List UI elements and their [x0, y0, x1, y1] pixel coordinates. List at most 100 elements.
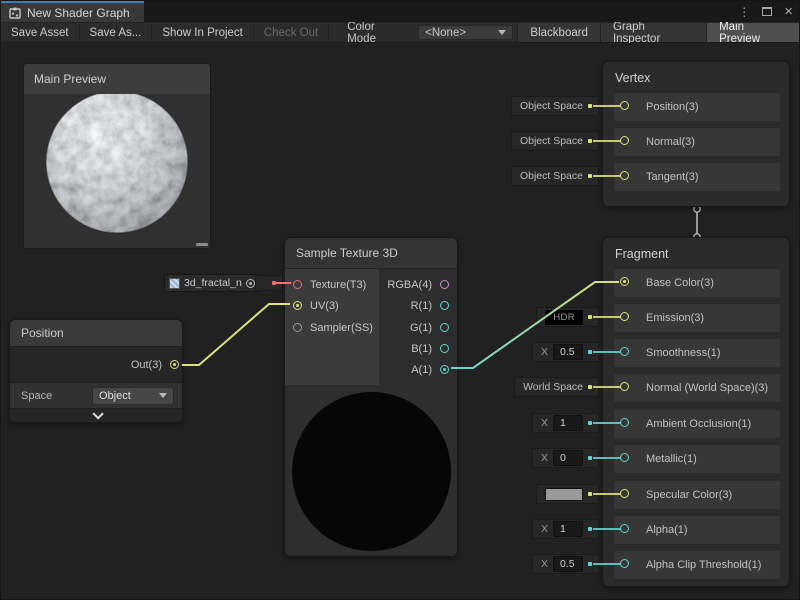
emission-row[interactable]: Emission(3)	[614, 304, 780, 332]
hdr-color-field[interactable]: HDR	[545, 310, 583, 325]
specular-color-row[interactable]: Specular Color(3)	[614, 481, 780, 509]
teal-connector-dot	[588, 456, 592, 460]
vertex-normal-row[interactable]: Normal(3)	[614, 128, 780, 156]
panel-resize-grip[interactable]	[196, 243, 208, 246]
show-in-project-button[interactable]: Show In Project	[152, 23, 254, 42]
axis-label: X	[541, 417, 548, 429]
black-sphere-preview	[292, 392, 451, 551]
toolbar: Save Asset Save As... Show In Project Ch…	[1, 22, 799, 43]
color-mode-dropdown[interactable]: <None>	[418, 25, 513, 40]
texture-input-port[interactable]	[293, 280, 302, 289]
vertex-node-title: Vertex	[603, 62, 789, 85]
sample-texture-3d-header[interactable]: Sample Texture 3D	[285, 238, 457, 269]
position-collapse-button[interactable]	[10, 408, 182, 422]
base-color-port[interactable]	[620, 277, 629, 286]
alpha-value-chip[interactable]: X 1	[532, 519, 599, 539]
alpha-row[interactable]: Alpha(1)	[614, 516, 780, 544]
graph-canvas[interactable]: Main Preview	[1, 43, 800, 600]
yellow-connector-dot	[588, 492, 592, 496]
vertex-node[interactable]: Vertex Position(3) Normal(3) Tangent(3)	[602, 61, 790, 207]
rgba-output-port[interactable]	[440, 280, 449, 289]
smoothness-port[interactable]	[620, 347, 629, 356]
space-label: Space	[21, 390, 92, 402]
r-output-port[interactable]	[440, 301, 449, 310]
vertex-tangent-port[interactable]	[620, 171, 629, 180]
edge-position-to-uv[interactable]	[182, 304, 290, 365]
specular-color-label: Specular Color(3)	[646, 489, 732, 501]
main-preview-header[interactable]: Main Preview	[24, 64, 210, 94]
specular-color-chip[interactable]	[536, 484, 599, 504]
ambient-occlusion-port[interactable]	[620, 418, 629, 427]
normal-ws-row[interactable]: Normal (World Space)(3)	[614, 374, 780, 402]
ambient-occlusion-value-field[interactable]: 1	[553, 415, 583, 431]
main-preview-panel: Main Preview	[23, 63, 211, 249]
vertex-tangent-row[interactable]: Tangent(3)	[614, 163, 780, 191]
color-mode-label: Color Mode	[329, 23, 414, 42]
vertex-position-space-chip[interactable]: Object Space	[511, 96, 599, 116]
alpha-clip-row[interactable]: Alpha Clip Threshold(1)	[614, 551, 780, 579]
metallic-value-chip[interactable]: X 0	[532, 448, 599, 468]
tab-bar: New Shader Graph ⋮ ×	[1, 1, 799, 22]
save-asset-button[interactable]: Save Asset	[1, 23, 80, 42]
metallic-row[interactable]: Metallic(1)	[614, 445, 780, 473]
chip-text: World Space	[523, 381, 583, 393]
texture-asset-name: 3d_fractal_n	[184, 277, 242, 289]
object-picker-icon[interactable]	[246, 279, 255, 288]
tab-new-shader-graph[interactable]: New Shader Graph	[1, 1, 144, 22]
specular-color-port[interactable]	[620, 489, 629, 498]
metallic-port[interactable]	[620, 453, 629, 462]
ambient-occlusion-value-chip[interactable]: X 1	[532, 413, 599, 433]
alpha-clip-value-chip[interactable]: X 0.5	[532, 554, 599, 574]
maximize-icon[interactable]	[762, 7, 772, 16]
base-color-row[interactable]: Base Color(3)	[614, 269, 780, 297]
alpha-clip-value-field[interactable]: 0.5	[553, 556, 583, 572]
check-out-button[interactable]: Check Out	[254, 23, 329, 42]
smoothness-value-field[interactable]: 0.5	[553, 344, 583, 360]
ambient-occlusion-row[interactable]: Ambient Occlusion(1)	[614, 410, 780, 438]
vertex-normal-space-chip[interactable]: Object Space	[511, 131, 599, 151]
vertex-position-row[interactable]: Position(3)	[614, 93, 780, 121]
save-as-button[interactable]: Save As...	[80, 23, 153, 42]
alpha-port[interactable]	[620, 524, 629, 533]
teal-connector-dot	[588, 421, 592, 425]
texture-object-field[interactable]: 3d_fractal_n	[164, 274, 260, 292]
window-menu-icon[interactable]: ⋮	[738, 6, 750, 18]
normal-ws-label: Normal (World Space)(3)	[646, 382, 768, 394]
vertex-tangent-space-chip[interactable]: Object Space	[511, 166, 599, 186]
sample-texture-3d-node[interactable]: Sample Texture 3D Texture(T3) UV(3) Samp…	[284, 237, 458, 557]
smoothness-row[interactable]: Smoothness(1)	[614, 339, 780, 367]
vertex-normal-port[interactable]	[620, 136, 629, 145]
alpha-clip-port[interactable]	[620, 559, 629, 568]
smoothness-value-chip[interactable]: X 0.5	[532, 342, 599, 362]
graph-inspector-toggle[interactable]: Graph Inspector	[600, 23, 706, 42]
main-preview-body	[24, 94, 210, 248]
b-output-port[interactable]	[440, 344, 449, 353]
axis-label: X	[541, 558, 548, 570]
alpha-value-field[interactable]: 1	[553, 521, 583, 537]
g-output-port[interactable]	[440, 323, 449, 332]
specular-color-swatch[interactable]	[545, 488, 583, 501]
vertex-position-port[interactable]	[620, 101, 629, 110]
space-dropdown-value: Object	[99, 390, 131, 402]
sampler-input-port[interactable]	[293, 323, 302, 332]
a-output-label: A(1)	[411, 364, 432, 376]
a-output-port[interactable]	[440, 365, 449, 374]
alpha-label: Alpha(1)	[646, 524, 688, 536]
position-node-header[interactable]: Position	[10, 320, 182, 346]
main-preview-toggle[interactable]: Main Preview	[706, 23, 799, 42]
space-dropdown[interactable]: Object	[92, 387, 174, 405]
metallic-value-field[interactable]: 0	[553, 450, 583, 466]
normal-space-chip[interactable]: World Space	[514, 377, 599, 397]
g-output-label: G(1)	[410, 322, 432, 334]
fragment-node[interactable]: Fragment Base Color(3) Emission(3) Smoot…	[602, 237, 790, 587]
chevron-down-icon	[159, 393, 167, 398]
position-node[interactable]: Position Out(3) Space Object	[9, 319, 183, 423]
texture-asset-icon	[169, 278, 180, 289]
uv-input-port[interactable]	[293, 301, 302, 310]
normal-ws-port[interactable]	[620, 382, 629, 391]
blackboard-toggle[interactable]: Blackboard	[517, 23, 600, 42]
emission-hdr-chip[interactable]: HDR	[536, 307, 599, 327]
position-out-port[interactable]	[170, 360, 179, 369]
emission-port[interactable]	[620, 312, 629, 321]
close-icon[interactable]: ×	[784, 4, 793, 19]
